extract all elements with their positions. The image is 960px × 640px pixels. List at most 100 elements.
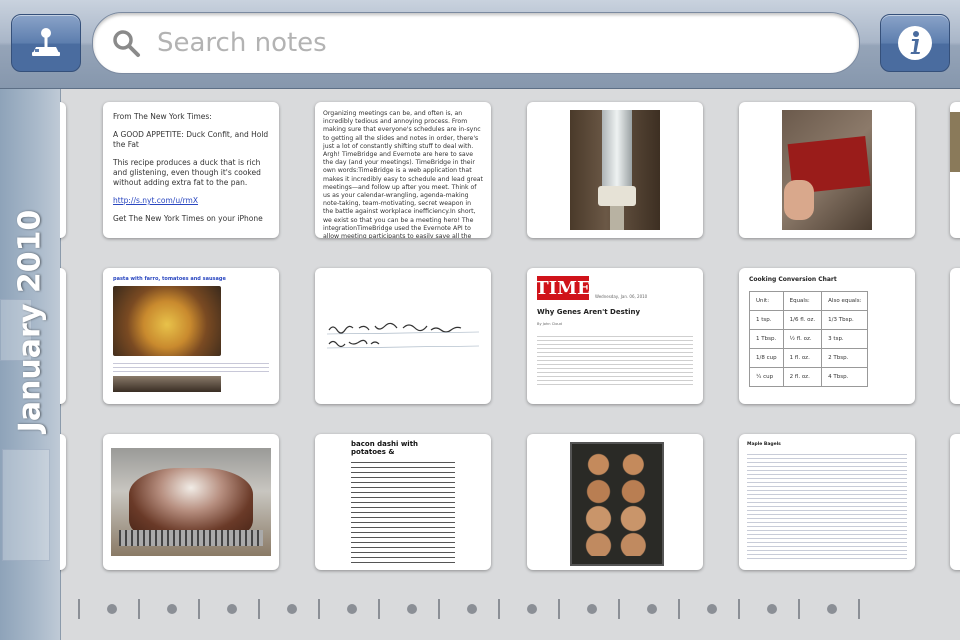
pager-tick [558, 599, 560, 619]
note-text-lines [113, 360, 269, 374]
note-thumbnail [950, 112, 960, 172]
timeline-pager[interactable] [60, 596, 960, 626]
note-line: A GOOD APPETITE: Duck Confit, and Hold t… [113, 130, 269, 149]
note-card-partial[interactable] [60, 102, 66, 238]
note-content: Cooking Conversion Chart Unit: Equals: A… [739, 268, 915, 395]
pager-dot[interactable] [287, 604, 297, 614]
table-header-row: Unit: Equals: Also equals: [749, 291, 869, 311]
pager-dot[interactable] [467, 604, 477, 614]
pager-tick [318, 599, 320, 619]
note-card-photo-cake[interactable] [103, 434, 279, 570]
note-card-partial[interactable] [950, 434, 960, 570]
note-card-handwriting[interactable] [315, 268, 491, 404]
pager-tick [438, 599, 440, 619]
pager-dot[interactable] [587, 604, 597, 614]
note-card-pasta[interactable]: pasta with farro, tomatoes and sausage [103, 268, 279, 404]
cooling-rack [119, 530, 263, 546]
note-title: Cooking Conversion Chart [749, 276, 837, 283]
note-card-conversion[interactable]: Cooking Conversion Chart Unit: Equals: A… [739, 268, 915, 404]
pager-tick [798, 599, 800, 619]
pager-dot[interactable] [647, 604, 657, 614]
search-bar[interactable] [92, 12, 860, 74]
note-line: From The New York Times: [113, 112, 212, 121]
note-card-timebridge[interactable]: Organizing meetings can be, and often is… [315, 102, 491, 238]
note-card-photo-card[interactable] [739, 102, 915, 238]
pager-tick [738, 599, 740, 619]
note-text: From The New York Times: A GOOD APPETITE… [103, 102, 279, 238]
cake-shape [129, 468, 253, 534]
table-cell: 1/3 Tbsp. [821, 310, 869, 330]
note-line: Get The New York Times on your iPhone [113, 214, 263, 223]
note-card-photo-bulb[interactable] [527, 102, 703, 238]
pager-tick [378, 599, 380, 619]
note-content: bacon dashi with potatoes & [315, 434, 491, 570]
pager-dot[interactable] [227, 604, 237, 614]
time-logo: TIME [535, 276, 591, 300]
note-text: Organizing meetings can be, and often is… [323, 110, 483, 238]
note-byline: By John Cloud [537, 322, 562, 326]
note-card-time-article[interactable]: TIME Wednesday, Jan. 06, 2010 Why Genes … [527, 268, 703, 404]
table-cell: 4 Tbsp. [821, 367, 869, 387]
joystick-button[interactable] [11, 14, 81, 72]
joystick-icon [32, 28, 60, 56]
note-header: TIME Wednesday, Jan. 06, 2010 [535, 276, 693, 300]
note-card-partial[interactable] [950, 102, 960, 238]
pager-dot[interactable] [827, 604, 837, 614]
search-icon [113, 30, 140, 57]
pager-tick [618, 599, 620, 619]
note-card-nyt[interactable]: From The New York Times: A GOOD APPETITE… [103, 102, 279, 238]
search-input[interactable] [155, 27, 839, 59]
note-card-recipe[interactable]: Maple Bagels [739, 434, 915, 570]
pager-dot[interactable] [107, 604, 117, 614]
pager-tick [858, 599, 860, 619]
info-icon [898, 26, 932, 60]
note-content: Maple Bagels [739, 434, 915, 567]
note-card-partial[interactable] [60, 268, 66, 404]
table-cell: ½ fl. oz. [782, 329, 823, 349]
note-card-bacon-dashi[interactable]: bacon dashi with potatoes & [315, 434, 491, 570]
bagels-shape [580, 452, 654, 556]
pager-dot[interactable] [527, 604, 537, 614]
note-card-photo-bagels[interactable] [527, 434, 703, 570]
info-button[interactable] [880, 14, 950, 72]
pager-dot[interactable] [707, 604, 717, 614]
note-text-lines [747, 451, 907, 559]
pager-dot[interactable] [407, 604, 417, 614]
note-thumbnail [570, 110, 660, 230]
timeline-strip[interactable]: January 2010 [0, 89, 61, 640]
note-thumbnail [570, 442, 664, 566]
note-content: TIME Wednesday, Jan. 06, 2010 Why Genes … [527, 268, 703, 393]
table-header: Equals: [782, 291, 823, 311]
pager-dot[interactable] [167, 604, 177, 614]
pager-tick [498, 599, 500, 619]
table-cell: ¼ cup [749, 367, 784, 387]
table-cell: 1 tsp. [749, 310, 784, 330]
table-row: 1/8 cup 1 fl. oz. 2 Tbsp. [749, 348, 869, 368]
bulb-shape [602, 110, 632, 188]
note-link[interactable]: http://s.nyt.com/u/rmX [113, 196, 269, 206]
pager-tick [258, 599, 260, 619]
table-cell: 2 Tbsp. [821, 348, 869, 368]
pager-dot[interactable] [347, 604, 357, 614]
note-date: Wednesday, Jan. 06, 2010 [595, 294, 648, 300]
pager-tick [678, 599, 680, 619]
note-line: This recipe produces a duck that is rich… [113, 158, 261, 187]
table-cell: 3 tsp. [821, 329, 869, 349]
note-card-partial[interactable] [60, 434, 66, 570]
table-cell: 1 Tbsp. [749, 329, 784, 349]
notes-grid: From The New York Times: A GOOD APPETITE… [60, 89, 960, 589]
note-text-lines [351, 460, 455, 564]
note-content: pasta with farro, tomatoes and sausage [103, 268, 279, 400]
table-header: Also equals: [821, 291, 869, 311]
note-thumbnail [113, 376, 221, 392]
bulb-pins [610, 206, 624, 230]
handwriting-sketch [326, 322, 480, 349]
note-card-partial[interactable] [950, 268, 960, 404]
pager-tick [78, 599, 80, 619]
timeline-ghost-page [2, 449, 50, 561]
table-row: 1 tsp. 1/6 fl. oz. 1/3 Tbsp. [749, 310, 869, 330]
note-thumbnail [782, 110, 872, 230]
top-bar [0, 0, 960, 89]
note-title: Maple Bagels [747, 442, 781, 447]
pager-dot[interactable] [767, 604, 777, 614]
